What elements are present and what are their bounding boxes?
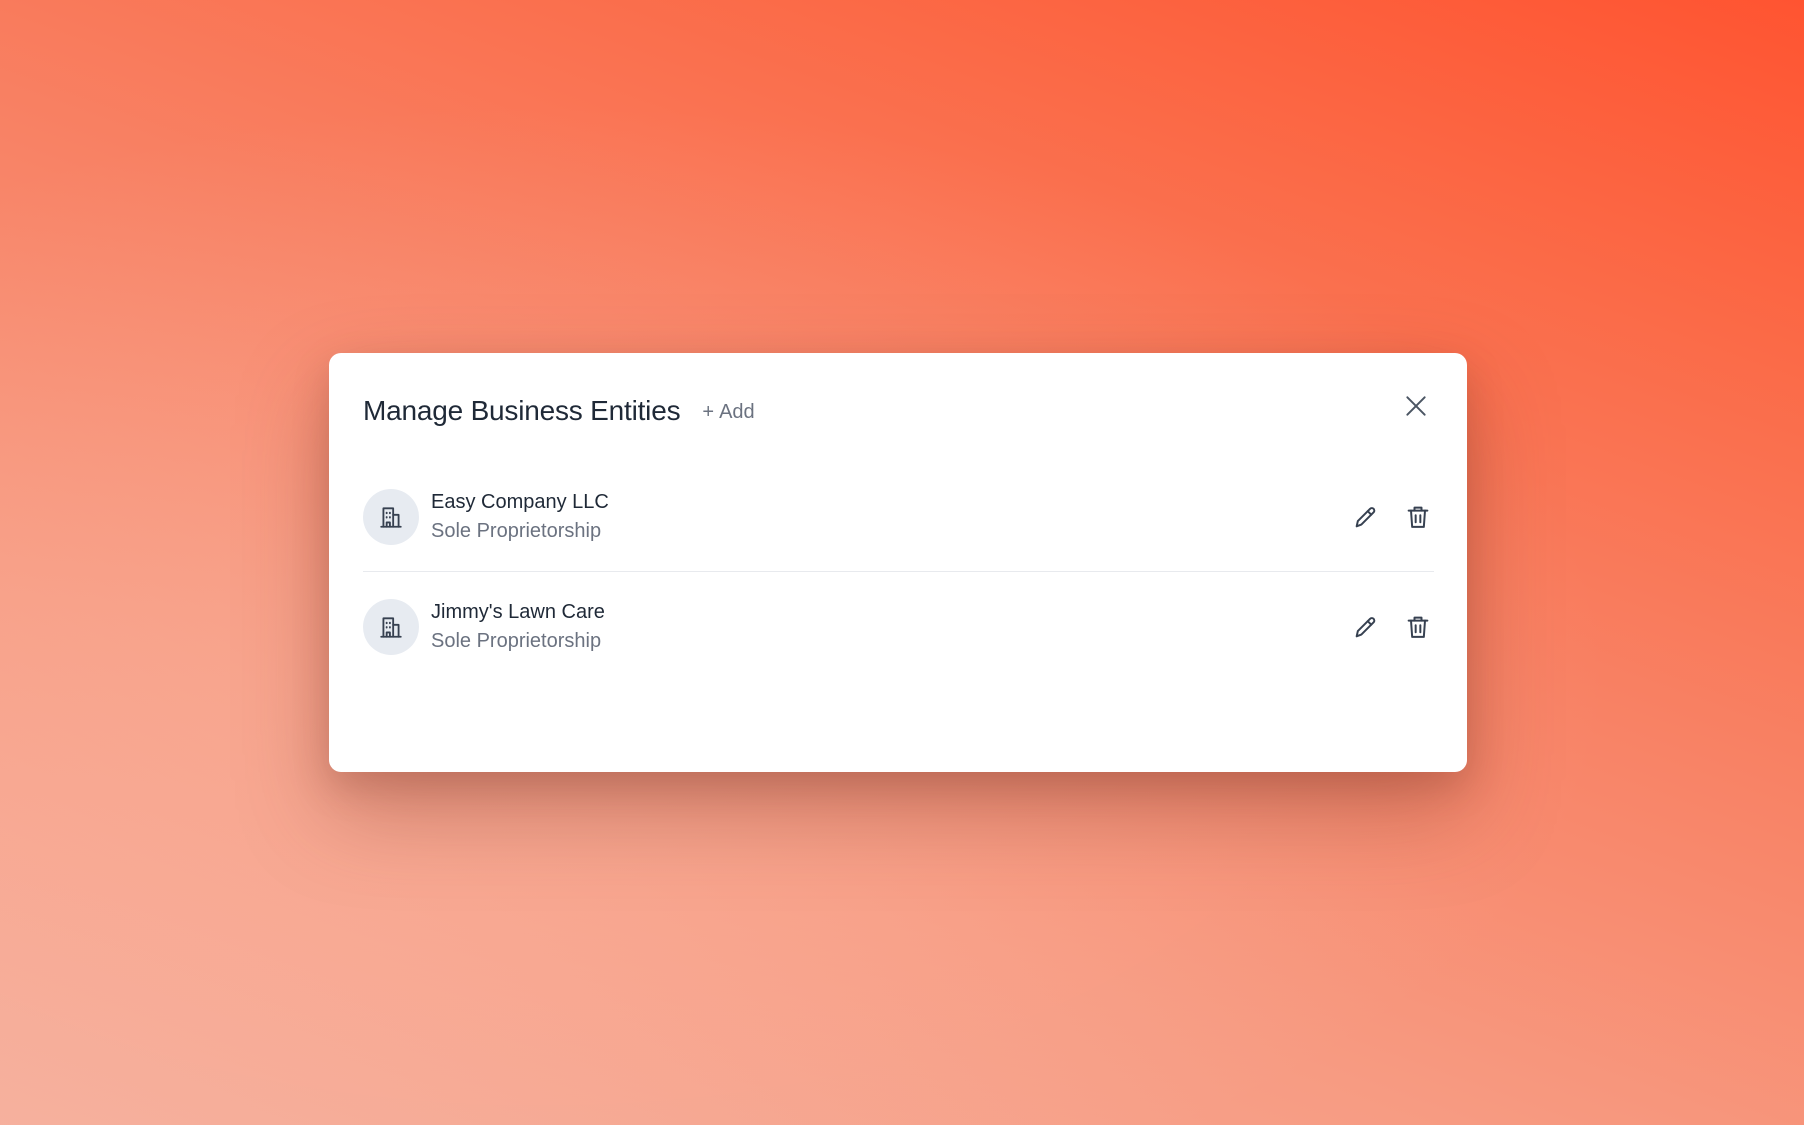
entity-name: Jimmy's Lawn Care	[431, 600, 605, 623]
building-icon	[380, 616, 402, 638]
edit-entity-button[interactable]	[1350, 501, 1382, 533]
pencil-icon	[1355, 616, 1376, 637]
edit-entity-button[interactable]	[1350, 611, 1382, 643]
building-icon	[380, 507, 402, 528]
plus-icon: +	[702, 401, 715, 423]
add-entity-button[interactable]: + Add	[702, 401, 754, 424]
close-icon	[1406, 396, 1426, 416]
entity-type: Sole Proprietorship	[431, 629, 602, 652]
delete-entity-button[interactable]	[1402, 501, 1434, 533]
trash-icon	[1407, 616, 1429, 638]
entity-text: Easy Company LLC Sole Proprietorship	[431, 491, 609, 543]
modal-header: Manage Business Entities + Add	[363, 389, 1433, 433]
delete-entity-button[interactable]	[1402, 611, 1434, 643]
entity-actions	[1350, 501, 1434, 533]
entity-row: Easy Company LLC Sole Proprietorship	[363, 463, 1434, 572]
entity-name: Easy Company LLC	[431, 491, 609, 513]
entity-text: Jimmy's Lawn Care Sole Proprietorship	[431, 601, 605, 653]
entity-type: Sole Proprietorship	[431, 520, 602, 542]
trash-icon	[1407, 506, 1429, 528]
manage-entities-modal: Manage Business Entities + Add Easy Comp…	[329, 353, 1467, 772]
add-entity-label: Add	[719, 401, 755, 423]
entity-actions	[1350, 611, 1434, 643]
entity-row: Jimmy's Lawn Care Sole Proprietorship	[363, 572, 1434, 681]
entity-avatar	[363, 489, 419, 545]
entity-list: Easy Company LLC Sole Proprietorship Jim…	[363, 463, 1434, 681]
modal-title: Manage Business Entities	[363, 395, 681, 426]
pencil-icon	[1355, 507, 1376, 528]
entity-avatar	[363, 598, 419, 655]
close-button[interactable]	[1399, 389, 1433, 423]
